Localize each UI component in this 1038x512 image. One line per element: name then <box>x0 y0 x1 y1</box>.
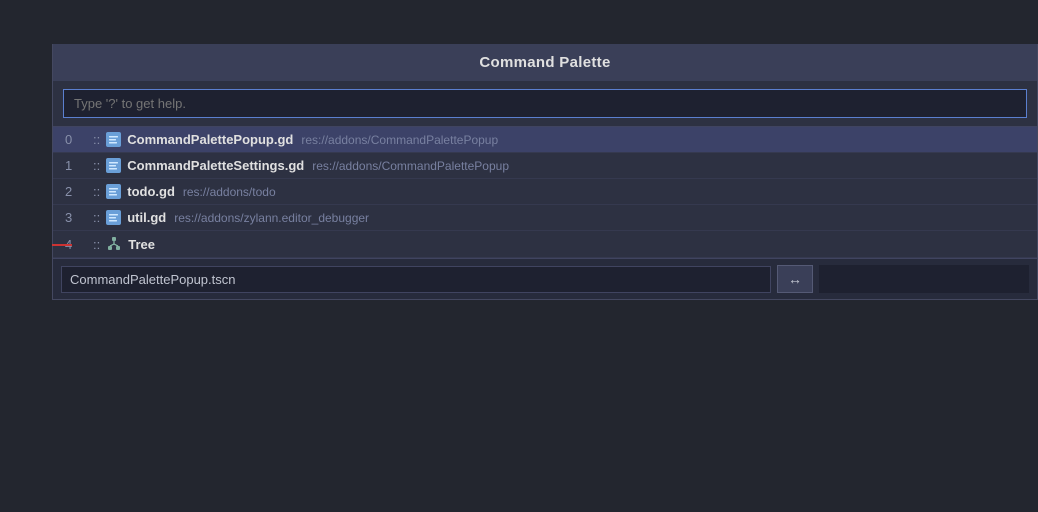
footer-right-panel <box>819 265 1029 293</box>
item-sep: :: <box>93 132 100 147</box>
item-sep: :: <box>93 184 100 199</box>
item-index: 1 <box>65 158 87 173</box>
item-sep: :: <box>93 237 100 252</box>
item-name: Tree <box>128 237 155 252</box>
item-path: res://addons/zylann.editor_debugger <box>174 211 369 225</box>
item-sep: :: <box>93 158 100 173</box>
dialog-title: Command Palette <box>53 44 1037 81</box>
search-input[interactable] <box>63 89 1027 118</box>
item-sep: :: <box>93 210 100 225</box>
script-icon <box>106 132 121 147</box>
script-icon <box>106 210 121 225</box>
table-row[interactable]: 4 :: Tree <box>53 231 1037 258</box>
item-name: todo.gd <box>127 184 175 199</box>
item-name: util.gd <box>127 210 166 225</box>
item-name: CommandPaletteSettings.gd <box>127 158 304 173</box>
item-index: 0 <box>65 132 87 147</box>
table-row[interactable]: 3 :: util.gd res://addons/zylann.editor_… <box>53 205 1037 231</box>
table-row[interactable]: 0 :: CommandPalettePopup.gd res://addons… <box>53 127 1037 153</box>
table-row[interactable]: 1 :: CommandPaletteSettings.gd res://add… <box>53 153 1037 179</box>
footer-input[interactable] <box>61 266 771 293</box>
arrow-button[interactable]: ↔ <box>777 265 813 293</box>
table-row[interactable]: 2 :: todo.gd res://addons/todo <box>53 179 1037 205</box>
results-list: 0 :: CommandPalettePopup.gd res://addons… <box>53 127 1037 258</box>
search-bar <box>53 81 1037 127</box>
item-path: res://addons/CommandPalettePopup <box>301 133 498 147</box>
item-path: res://addons/CommandPalettePopup <box>312 159 509 173</box>
background: Command Palette 0 :: CommandPalettePopup… <box>0 0 1038 512</box>
command-palette-dialog: Command Palette 0 :: CommandPalettePopup… <box>52 44 1038 300</box>
script-icon <box>106 158 121 173</box>
script-icon <box>106 184 121 199</box>
footer-bar: ↔ <box>53 258 1037 299</box>
item-name: CommandPalettePopup.gd <box>127 132 293 147</box>
tree-node-icon <box>106 236 122 252</box>
item-index: 2 <box>65 184 87 199</box>
item-index: 3 <box>65 210 87 225</box>
item-path: res://addons/todo <box>183 185 276 199</box>
red-underline <box>52 244 72 246</box>
